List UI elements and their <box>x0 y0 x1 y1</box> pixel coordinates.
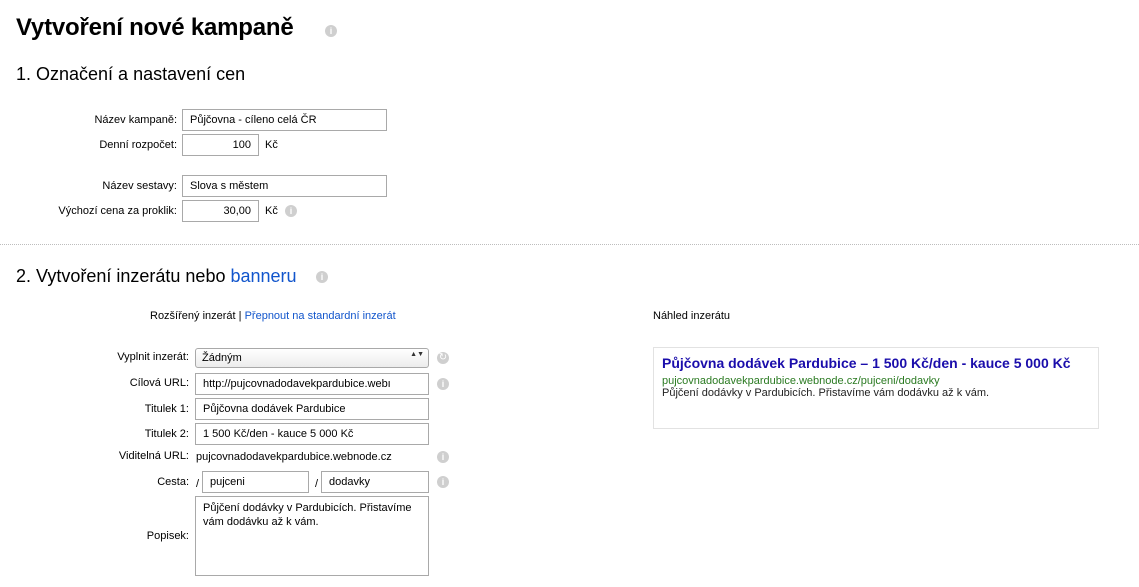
path-separator: / <box>315 478 319 490</box>
campaign-name-input[interactable]: Půjčovna - cíleno celá ČR <box>182 109 387 131</box>
ad-preview-headline[interactable]: Půjčovna dodávek Pardubice – 1 500 Kč/de… <box>662 355 1071 371</box>
description-label: Popisek: <box>146 530 189 542</box>
path-label: Cesta: <box>157 476 189 488</box>
info-icon[interactable]: i <box>437 451 449 463</box>
banner-link[interactable]: banneru <box>230 266 296 286</box>
default-cpc-label: Výchozí cena za proklik: <box>58 205 177 217</box>
daily-budget-label: Denní rozpočet: <box>99 139 177 151</box>
section-1-title: 1. Označení a nastavení cen <box>16 64 246 84</box>
group-name-input[interactable]: Slova s městem <box>182 175 387 197</box>
info-icon[interactable]: i <box>325 25 337 37</box>
info-icon[interactable]: i <box>437 378 449 390</box>
ad-type-separator: | <box>238 310 242 322</box>
section-divider <box>0 244 1139 245</box>
target-url-label: Cílová URL: <box>129 377 189 389</box>
info-icon[interactable]: i <box>316 271 328 283</box>
info-icon[interactable]: i <box>437 476 449 488</box>
ad-preview: Půjčovna dodávek Pardubice – 1 500 Kč/de… <box>653 347 1099 429</box>
title-1-input[interactable]: Půjčovna dodávek Pardubice <box>195 398 429 420</box>
fill-ad-select-value: Žádným <box>202 352 242 364</box>
daily-budget-input[interactable]: 100 <box>182 134 259 156</box>
default-cpc-unit: Kč <box>265 205 278 217</box>
title-1-label: Titulek 1: <box>144 403 189 415</box>
campaign-name-label: Název kampaně: <box>94 114 177 126</box>
info-icon[interactable]: i <box>285 205 297 217</box>
path-2-input[interactable]: dodavky <box>321 471 429 493</box>
description-textarea[interactable]: Půjčení dodávky v Pardubicích. Přistavím… <box>195 496 429 576</box>
target-url-input[interactable]: http://pujcovnadodavekpardubice.webı <box>195 373 429 395</box>
fill-ad-select[interactable]: Žádným ▲▼ <box>195 348 429 368</box>
path-separator: / <box>196 478 200 490</box>
ad-preview-description: Půjčení dodávky v Pardubicích. Přistavím… <box>662 387 990 399</box>
preview-heading: Náhled inzerátu <box>653 310 731 322</box>
daily-budget-unit: Kč <box>265 139 278 151</box>
ad-preview-url: pujcovnadodavekpardubice.webnode.cz/pujc… <box>662 375 940 387</box>
ad-type-label: Rozšířený inzerát <box>150 310 236 322</box>
switch-standard-ad-link[interactable]: Přepnout na standardní inzerát <box>245 310 396 322</box>
fill-ad-label: Vyplnit inzerát: <box>117 351 189 363</box>
section-2-title: 2. Vytvoření inzerátu nebo banneru <box>16 266 297 287</box>
title-2-input[interactable]: 1 500 Kč/den - kauce 5 000 Kč <box>195 423 429 445</box>
title-2-label: Titulek 2: <box>144 428 189 440</box>
visible-url-value: pujcovnadodavekpardubice.webnode.cz <box>196 451 392 463</box>
section-2-title-text: 2. Vytvoření inzerátu nebo <box>16 266 231 286</box>
ad-type-row: Rozšířený inzerát | Přepnout na standard… <box>150 310 396 322</box>
refresh-icon[interactable]: ↻ <box>437 352 449 364</box>
group-name-label: Název sestavy: <box>102 180 177 192</box>
chevron-up-down-icon: ▲▼ <box>410 351 424 358</box>
default-cpc-input[interactable]: 30,00 <box>182 200 259 222</box>
visible-url-label: Viditelná URL: <box>118 450 189 462</box>
path-1-input[interactable]: pujceni <box>202 471 309 493</box>
page-title: Vytvoření nové kampaně <box>16 14 294 41</box>
